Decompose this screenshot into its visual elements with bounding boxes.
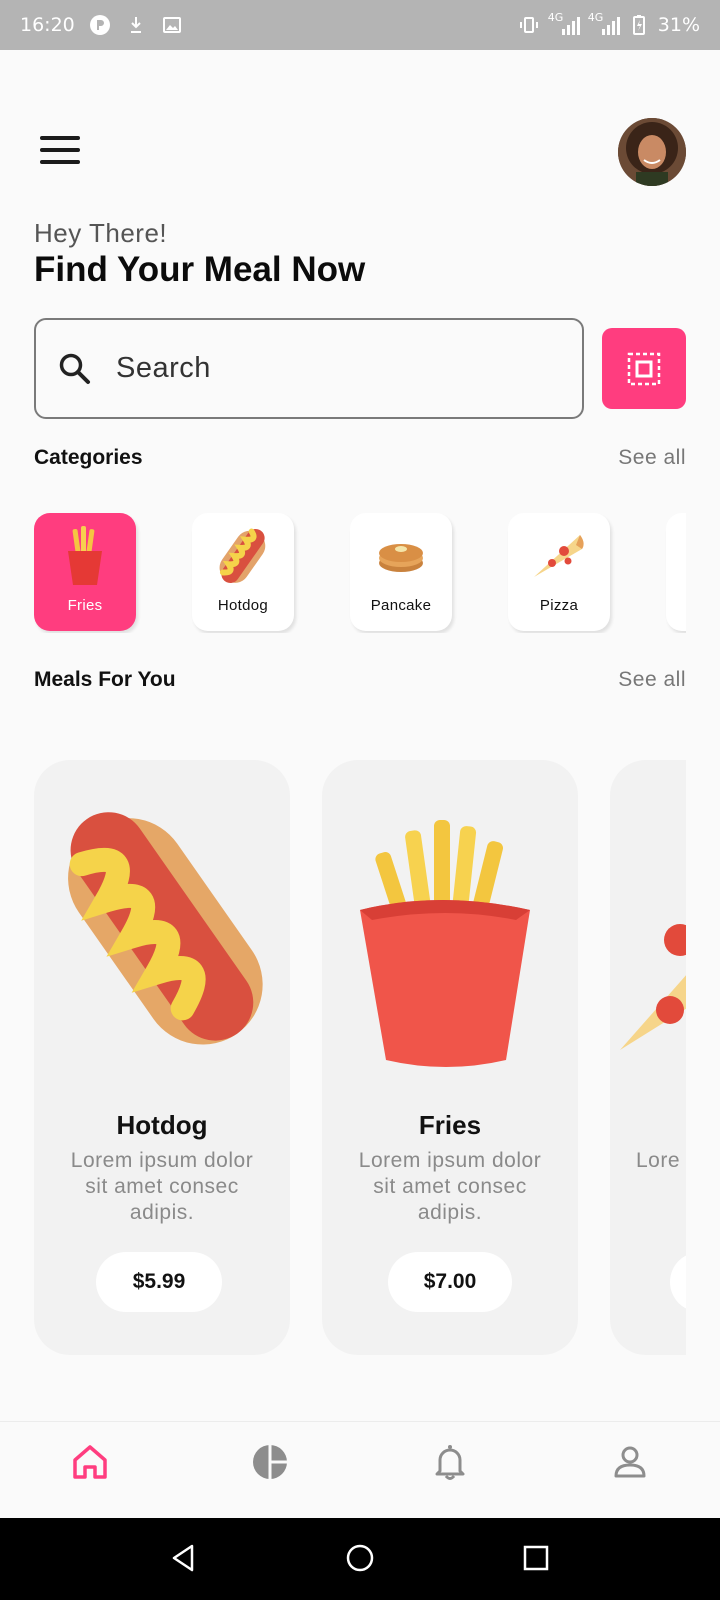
search-input[interactable]: Search xyxy=(34,318,584,419)
image-icon xyxy=(162,17,181,33)
pancake-image xyxy=(379,544,423,572)
meal-price[interactable] xyxy=(670,1252,686,1312)
battery-charging-icon xyxy=(632,15,645,35)
signal-icon: 4G xyxy=(548,11,580,35)
meal-card-pizza[interactable]: Lore sit xyxy=(610,760,686,1355)
profile-icon[interactable] xyxy=(610,1442,650,1482)
categories-title: Categories xyxy=(34,446,143,469)
avatar[interactable] xyxy=(618,118,686,186)
system-navigation-bar xyxy=(0,1518,720,1600)
meal-price[interactable]: $5.99 xyxy=(96,1252,222,1312)
status-time: 16:20 xyxy=(20,14,75,36)
greeting-text: Hey There! xyxy=(34,218,168,248)
scan-button[interactable] xyxy=(602,328,686,409)
category-hotdog[interactable]: Hotdog xyxy=(192,513,294,631)
meal-card-fries[interactable]: Fries Lorem ipsum dolor sit amet consec … xyxy=(322,760,578,1355)
fries-image xyxy=(68,526,102,585)
meals-title: Meals For You xyxy=(34,668,176,691)
search-placeholder: Search xyxy=(116,352,211,384)
category-pancake[interactable]: Pancake xyxy=(350,513,452,631)
home-icon[interactable] xyxy=(70,1442,110,1482)
meal-description: Lore sit xyxy=(636,1149,686,1172)
recents-icon[interactable] xyxy=(520,1542,552,1574)
bell-icon[interactable] xyxy=(430,1442,470,1482)
status-bar: 16:20 4G 4G 31% xyxy=(0,0,720,50)
pie-chart-icon[interactable] xyxy=(250,1442,290,1482)
home-circle-icon[interactable] xyxy=(344,1542,376,1574)
meals-list: Hotdog Lorem ipsum dolor sit amet consec… xyxy=(34,760,686,1355)
meal-description: Lorem ipsum dolor sit amet consec adipis… xyxy=(70,1149,254,1224)
hotdog-image xyxy=(68,812,263,1045)
menu-icon[interactable] xyxy=(40,136,80,164)
meal-card-hotdog[interactable]: Hotdog Lorem ipsum dolor sit amet consec… xyxy=(34,760,290,1355)
avatar-image xyxy=(618,118,686,186)
category-label: Hotdog xyxy=(217,597,269,614)
categories-list: Fries Hotdog Pancake Pizza xyxy=(34,513,686,633)
meal-description: Lorem ipsum dolor sit amet consec adipis… xyxy=(358,1149,542,1224)
category-label: Pizza xyxy=(539,597,579,614)
meal-name: Fries xyxy=(418,1110,482,1140)
vibrate-icon xyxy=(519,17,538,33)
category-more[interactable] xyxy=(666,513,686,631)
category-pizza[interactable]: Pizza xyxy=(508,513,610,631)
network-type-1: 4G xyxy=(547,11,564,24)
signal-icon: 4G xyxy=(588,11,620,35)
category-label: Pancake xyxy=(370,597,432,614)
fries-image xyxy=(360,820,530,1067)
category-label: Fries xyxy=(67,597,103,614)
back-icon[interactable] xyxy=(168,1542,200,1574)
pizza-image xyxy=(620,924,686,1050)
scan-icon xyxy=(627,352,661,385)
hotdog-image xyxy=(219,528,266,584)
network-type-2: 4G xyxy=(587,11,604,24)
download-icon xyxy=(130,17,141,33)
search-icon xyxy=(59,353,90,384)
pizza-image xyxy=(534,535,584,577)
meal-name: Hotdog xyxy=(116,1110,208,1140)
battery-level: 31% xyxy=(657,14,700,36)
categories-see-all-link[interactable]: See all xyxy=(618,446,686,470)
meals-see-all-link[interactable]: See all xyxy=(618,668,686,692)
meal-price[interactable]: $7.00 xyxy=(388,1252,512,1312)
app-notification-icon xyxy=(89,15,110,35)
bottom-navigation xyxy=(0,1421,720,1518)
page-title: Find Your Meal Now xyxy=(34,250,366,289)
category-fries[interactable]: Fries xyxy=(34,513,136,631)
